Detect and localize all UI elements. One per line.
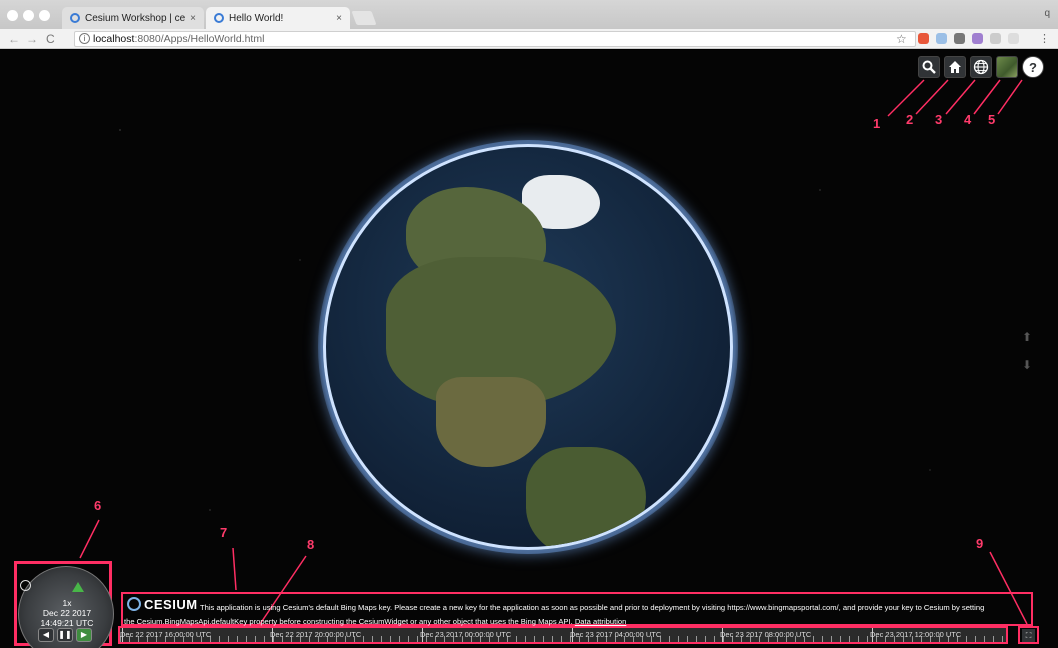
animation-clock-readout: 1x Dec 22 2017 14:49:21 UTC [36, 598, 98, 628]
cesium-favicon-icon [214, 13, 224, 23]
extension-icon[interactable] [918, 33, 929, 44]
animation-time: 14:49:21 UTC [40, 618, 94, 628]
timeline-label: Dec 22 2017 20:00:00 UTC [270, 630, 362, 639]
animation-date: Dec 22 2017 [42, 608, 92, 618]
base-layer-picker-button[interactable] [996, 56, 1018, 78]
search-icon [922, 60, 936, 74]
screenshot-frame: Cesium Workshop | cesiumjs.c × Hello Wor… [0, 0, 1058, 648]
timeline-label: Dec 23 2017 12:00:00 UTC [870, 630, 962, 639]
timeline[interactable]: Dec 22 2017 16:00:00 UTC Dec 22 2017 20:… [118, 626, 1008, 644]
tab-hello-world[interactable]: Hello World! × [206, 7, 350, 29]
extension-icon[interactable] [990, 33, 1001, 44]
browser-menu-icon[interactable]: ⋮ [1039, 32, 1050, 45]
geocoder-button[interactable] [918, 56, 940, 78]
tab-title: Hello World! [229, 12, 284, 24]
window-controls[interactable] [7, 10, 50, 21]
site-info-icon[interactable]: i [79, 33, 90, 44]
extension-icon[interactable] [1008, 33, 1019, 44]
bookmark-star-icon[interactable]: ☆ [896, 32, 907, 46]
credit-text-line1: This application is using Cesium's defau… [200, 603, 985, 612]
animation-speed: 1x [62, 598, 72, 608]
landmass [526, 447, 646, 547]
fullscreen-button[interactable]: ⛶ [1022, 629, 1035, 642]
forward-icon[interactable]: → [26, 32, 38, 46]
reload-icon[interactable]: C [46, 32, 55, 46]
annotation-label-6: 6 [94, 498, 102, 513]
play-reverse-button[interactable]: ◀ [38, 628, 54, 642]
maximize-window-dot[interactable] [39, 10, 50, 21]
home-icon [949, 61, 961, 73]
tab-title: Cesium Workshop | cesiumjs.c [85, 12, 186, 24]
timeline-label: Dec 23 2017 08:00:00 UTC [720, 630, 812, 639]
annotation-label-9: 9 [976, 536, 984, 551]
annotation-label-4: 4 [964, 112, 972, 127]
url-host: localhost [93, 33, 135, 45]
tab-close-icon[interactable]: × [336, 13, 342, 24]
landmass [436, 377, 546, 467]
credit-text-line2-body: the Cesium.BingMapsApi.defaultKey proper… [124, 617, 573, 626]
cesium-favicon-icon [70, 13, 80, 23]
cesium-logo[interactable]: CESIUM [127, 596, 198, 612]
annotation-label-5: 5 [988, 112, 996, 127]
timeline-label: Dec 22 2017 16:00:00 UTC [120, 630, 212, 639]
globe-icon [973, 59, 989, 75]
data-attribution-link[interactable]: Data attribution [575, 617, 627, 626]
minimize-window-dot[interactable] [23, 10, 34, 21]
browser-address-bar: ← → C i localhost:8080/Apps/HelloWorld.h… [0, 29, 1058, 49]
navigation-help-button[interactable]: ? [1022, 56, 1044, 78]
fullscreen-icon: ⛶ [1025, 631, 1032, 640]
profile-label: q [1044, 8, 1050, 19]
back-icon[interactable]: ← [8, 32, 20, 46]
scene-mode-button[interactable] [970, 56, 992, 78]
speed-knob-icon[interactable] [72, 582, 84, 592]
pause-button[interactable]: ❚❚ [57, 628, 73, 642]
annotation-label-3: 3 [935, 112, 943, 127]
close-window-dot[interactable] [7, 10, 18, 21]
timeline-label: Dec 23 2017 00:00:00 UTC [420, 630, 512, 639]
arrow-up-icon: ⬆ [1021, 330, 1032, 344]
extension-icon[interactable] [936, 33, 947, 44]
timeline-label: Dec 23 2017 04:00:00 UTC [570, 630, 662, 639]
new-tab-button[interactable] [351, 11, 377, 25]
tab-close-icon[interactable]: × [190, 13, 196, 24]
tab-cesium-workshop[interactable]: Cesium Workshop | cesiumjs.c × [62, 7, 204, 29]
browser-tab-bar: Cesium Workshop | cesiumjs.c × Hello Wor… [0, 0, 1058, 29]
extension-icon[interactable] [972, 33, 983, 44]
url-path: :8080/Apps/HelloWorld.html [134, 33, 265, 45]
annotation-label-2: 2 [906, 112, 914, 127]
credit-text-line2: the Cesium.BingMapsApi.defaultKey proper… [124, 617, 626, 626]
cesium-logo-text: CESIUM [144, 596, 198, 612]
globe[interactable] [323, 144, 733, 550]
cesium-logo-icon [127, 597, 141, 611]
annotation-label-7: 7 [220, 525, 228, 540]
cesium-toolbar: ? [918, 56, 1044, 78]
clock-icon[interactable] [20, 580, 31, 591]
animation-controls: ◀ ❚❚ ▶ [38, 628, 92, 642]
extension-icon[interactable] [954, 33, 965, 44]
annotation-label-1: 1 [873, 116, 881, 131]
play-forward-button[interactable]: ▶ [76, 628, 92, 642]
annotation-label-8: 8 [307, 537, 315, 552]
help-icon: ? [1029, 59, 1037, 75]
url-input[interactable]: i localhost:8080/Apps/HelloWorld.html [74, 31, 916, 47]
home-button[interactable] [944, 56, 966, 78]
arrow-down-icon: ⬇ [1021, 358, 1032, 372]
